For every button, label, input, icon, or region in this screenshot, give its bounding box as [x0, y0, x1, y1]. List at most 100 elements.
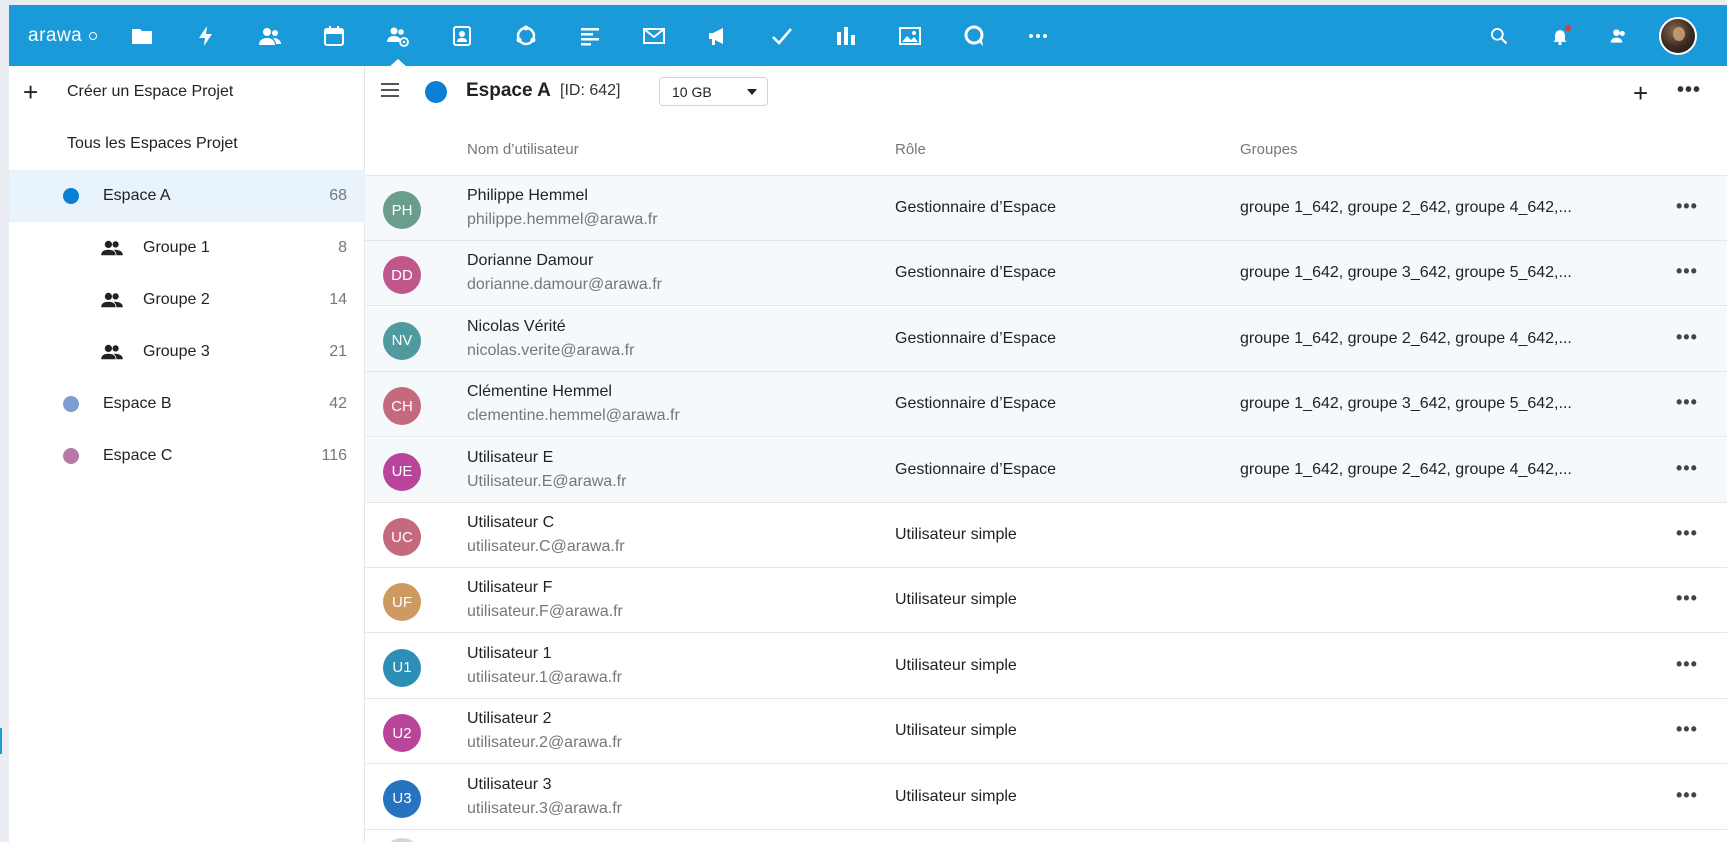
group-label: Groupe 2 [143, 291, 210, 308]
table-row[interactable]: UC Utilisateur C utilisateur.C@arawa.fr Uti… [365, 503, 1727, 568]
notifications-bell-icon[interactable] [1547, 23, 1573, 49]
talk-icon[interactable] [957, 19, 991, 53]
column-header-groups[interactable]: Groupes [1240, 141, 1298, 158]
address-book-icon[interactable] [445, 19, 479, 53]
tasks-check-icon[interactable] [765, 19, 799, 53]
table-row[interactable]: U1 Utilisateur 1 utilisateur.1@arawa.fr Uti… [365, 634, 1727, 699]
sidebar-item-espace-a[interactable]: Espace A 68 [9, 170, 365, 222]
user-name: Utilisateur 3 [467, 775, 552, 793]
user-role: Utilisateur simple [895, 787, 1017, 805]
main-content: Espace A [ID: 642] 10 GB + ••• Nom d’uti… [365, 66, 1727, 842]
column-header-name[interactable]: Nom d’utilisateur [467, 141, 579, 158]
user-name: Utilisateur 2 [467, 710, 552, 728]
row-more-options-icon[interactable]: ••• [1676, 785, 1698, 806]
space-color-dot [63, 448, 79, 464]
user-email: utilisateur.F@arawa.fr [467, 603, 623, 621]
column-header-role[interactable]: Rôle [895, 141, 926, 158]
table-row[interactable]: DD Dorianne Damour dorianne.damour@arawa.f… [365, 241, 1727, 307]
quota-select[interactable]: 10 GB [659, 77, 768, 106]
sidebar-item-all-spaces[interactable]: Tous les Espaces Projet [9, 118, 365, 170]
space-color-dot [425, 81, 447, 103]
user-email: clementine.hemmel@arawa.fr [467, 407, 680, 425]
user-email: dorianne.damour@arawa.fr [467, 276, 663, 294]
sync-icon[interactable] [509, 19, 543, 53]
avatar: U2 [383, 714, 421, 753]
group-icon [101, 344, 123, 360]
sidebar-item-espace-c[interactable]: Espace C 116 [9, 430, 365, 482]
notification-dot [1565, 25, 1571, 31]
announcement-icon[interactable] [701, 19, 735, 53]
row-more-options-icon[interactable]: ••• [1676, 588, 1698, 609]
space-count: 42 [329, 395, 347, 412]
row-more-options-icon[interactable]: ••• [1676, 523, 1698, 544]
group-icon [101, 240, 123, 256]
contacts-icon[interactable] [253, 19, 287, 53]
space-label: Espace C [103, 447, 173, 464]
row-more-options-icon[interactable]: ••• [1676, 654, 1698, 675]
sidebar-item-groupe-3[interactable]: Groupe 3 21 [9, 326, 365, 378]
table-row-partial [365, 832, 1727, 842]
row-more-options-icon[interactable]: ••• [1676, 261, 1698, 282]
user-role: Utilisateur simple [895, 722, 1017, 740]
user-role: Utilisateur simple [895, 591, 1017, 609]
row-more-options-icon[interactable]: ••• [1676, 327, 1698, 348]
plus-icon: + [23, 76, 39, 107]
caret-down-icon [747, 89, 757, 95]
space-label: Espace A [103, 187, 171, 204]
activity-icon[interactable] [189, 19, 223, 53]
user-avatar[interactable] [1659, 17, 1697, 55]
create-space-button[interactable]: + Créer un Espace Projet [9, 66, 365, 118]
table-row[interactable]: U3 Utilisateur 3 utilisateur.3@arawa.fr Uti… [365, 765, 1727, 830]
group-icon [101, 292, 123, 308]
row-more-options-icon[interactable]: ••• [1676, 196, 1698, 217]
quota-value: 10 GB [672, 84, 712, 100]
user-groups: groupe 1_642, groupe 3_642, groupe 5_642… [1240, 264, 1572, 282]
files-icon[interactable] [125, 19, 159, 53]
row-more-options-icon[interactable]: ••• [1676, 719, 1698, 740]
arawa-logo[interactable]: arawa [28, 25, 98, 47]
table-row[interactable]: UE Utilisateur E Utilisateur.E@arawa.fr Ges… [365, 437, 1727, 503]
space-toolbar: Espace A [ID: 642] 10 GB + ••• [365, 66, 1727, 118]
avatar: CH [383, 387, 421, 426]
user-groups: groupe 1_642, groupe 2_642, groupe 4_642… [1240, 460, 1572, 478]
user-name: Dorianne Damour [467, 252, 594, 270]
more-apps-icon[interactable] [1021, 19, 1055, 53]
more-options-icon[interactable]: ••• [1677, 79, 1701, 102]
table-row[interactable]: CH Clémentine Hemmel clementine.hemmel@ara… [365, 372, 1727, 438]
table-row[interactable]: UF Utilisateur F utilisateur.F@arawa.fr Uti… [365, 568, 1727, 634]
add-user-button[interactable]: + [1633, 78, 1648, 109]
user-email: nicolas.verite@arawa.fr [467, 341, 635, 359]
user-email: utilisateur.1@arawa.fr [467, 668, 622, 686]
space-count: 68 [329, 187, 347, 204]
row-more-options-icon[interactable]: ••• [1676, 458, 1698, 479]
hamburger-menu-icon[interactable] [381, 83, 399, 99]
group-count: 8 [338, 239, 347, 256]
row-more-options-icon[interactable]: ••• [1676, 392, 1698, 413]
mail-icon[interactable] [637, 19, 671, 53]
search-icon[interactable] [1486, 23, 1512, 49]
sidebar-item-groupe-1[interactable]: Groupe 1 8 [9, 222, 365, 274]
avatar: UE [383, 452, 421, 491]
user-name: Clémentine Hemmel [467, 383, 612, 401]
table-row[interactable]: U2 Utilisateur 2 utilisateur.2@arawa.fr Uti… [365, 699, 1727, 765]
table-row[interactable]: NV Nicolas Vérité nicolas.verite@arawa.fr G… [365, 306, 1727, 372]
calendar-icon[interactable] [317, 19, 351, 53]
table-row[interactable]: PH Philippe Hemmel philippe.hemmel@arawa.f… [365, 176, 1727, 241]
user-name: Utilisateur F [467, 579, 553, 597]
user-groups: groupe 1_642, groupe 2_642, groupe 4_642… [1240, 199, 1572, 216]
logo-ring-icon [89, 32, 98, 40]
avatar: U1 [383, 648, 421, 687]
sidebar-item-espace-b[interactable]: Espace B 42 [9, 378, 365, 430]
user-role: Gestionnaire d’Espace [895, 264, 1056, 282]
contacts-menu-icon[interactable] [1606, 23, 1632, 49]
user-name: Utilisateur C [467, 514, 555, 531]
user-email: utilisateur.3@arawa.fr [467, 799, 622, 817]
avatar: NV [383, 321, 421, 360]
user-role: Gestionnaire d’Espace [895, 329, 1056, 347]
stats-bars-icon[interactable] [829, 19, 863, 53]
sidebar-item-groupe-2[interactable]: Groupe 2 14 [9, 274, 365, 326]
photos-icon[interactable] [893, 19, 927, 53]
text-lines-icon[interactable] [573, 19, 607, 53]
workspace-admin-icon[interactable] [381, 19, 415, 67]
user-name: Utilisateur 1 [467, 644, 552, 662]
